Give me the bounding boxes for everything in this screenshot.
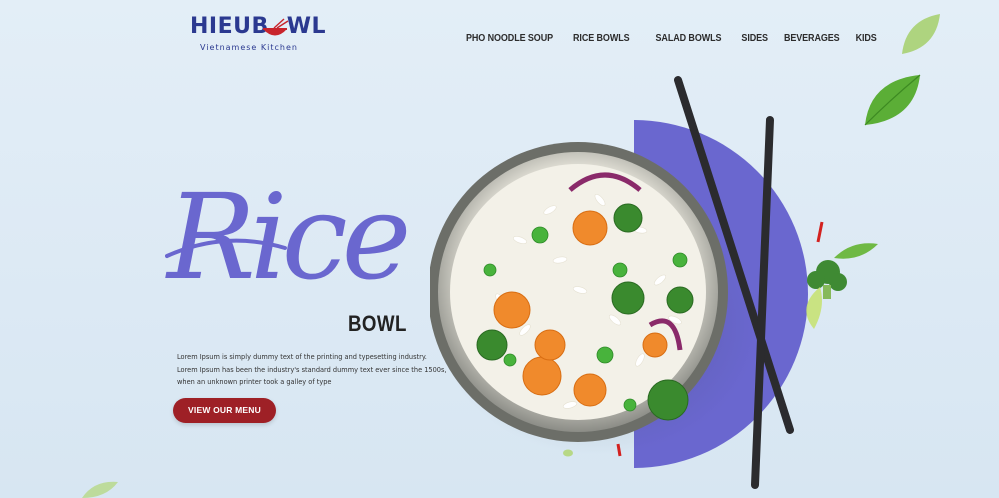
basil-leaf-decoration — [864, 74, 921, 126]
nav-item-kids[interactable]: KIDS — [856, 30, 877, 48]
hero-script-text: Rice — [165, 168, 407, 306]
nav-item-beverages[interactable]: BEVERAGES — [784, 30, 840, 48]
brand-wordmark: HIEUB WL — [190, 14, 326, 40]
rice-bowl-image — [430, 76, 847, 489]
nav-item-sides[interactable]: SIDES — [741, 30, 768, 48]
main-navigation: PHO NOODLE SOUP RICE BOWLS SALAD BOWLS S… — [466, 31, 897, 47]
leaf-decoration-small — [563, 449, 573, 457]
hero-description: Lorem Ipsum is simply dummy text of the … — [177, 353, 447, 386]
nav-item-salad-bowls[interactable]: SALAD BOWLS — [656, 30, 722, 48]
brand-tagline: Vietnamese Kitchen — [200, 43, 298, 52]
view-our-menu-button[interactable]: VIEW OUR MENU — [173, 398, 276, 423]
nav-item-pho-noodle-soup[interactable]: PHO NOODLE SOUP — [466, 30, 553, 48]
leaf-decoration-bottom — [82, 481, 118, 498]
bowl-with-chopsticks-icon — [263, 18, 289, 36]
leaf-decoration-right — [834, 243, 878, 259]
brand-name-part1: HIEUB — [190, 14, 269, 39]
hero-subtitle: BOWL — [348, 311, 407, 336]
lime-slice-decoration — [806, 287, 822, 329]
brand-name-part2: WL — [286, 14, 327, 39]
brand-logo[interactable]: HIEUB WL Vietnamese Kitchen — [190, 14, 330, 56]
nav-item-rice-bowls[interactable]: RICE BOWLS — [573, 30, 630, 48]
hero-script-title: Rice — [165, 168, 413, 306]
leaf-decoration-top — [902, 14, 940, 54]
